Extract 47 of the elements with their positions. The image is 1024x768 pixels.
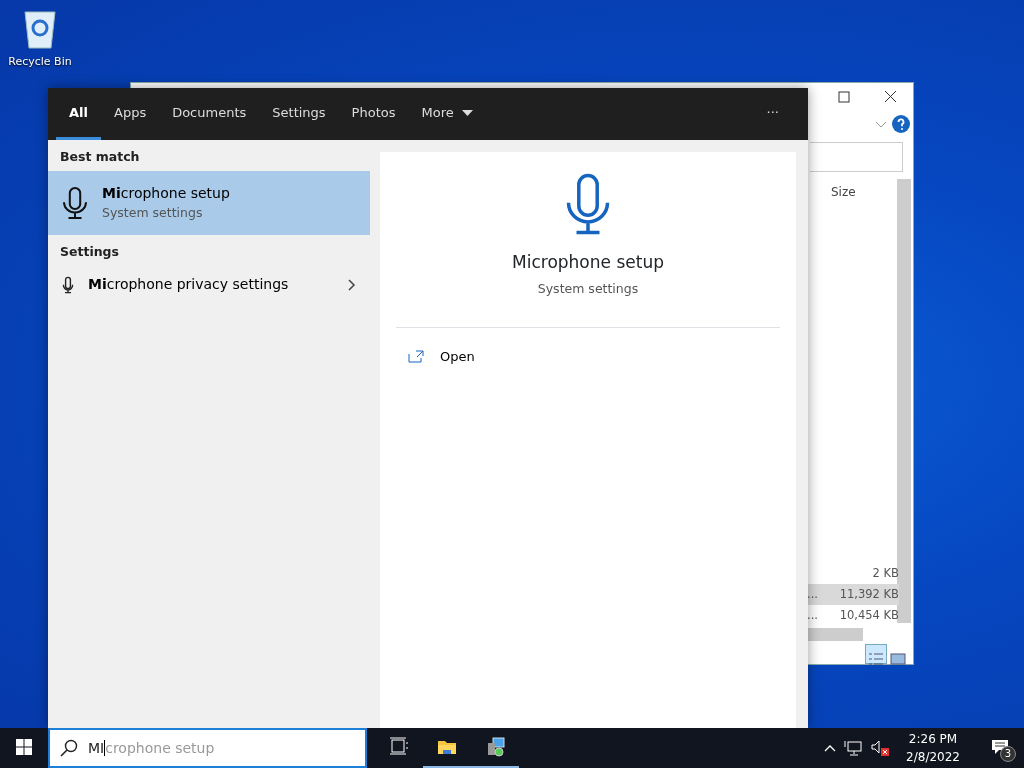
image-icon — [889, 650, 907, 667]
search-text: MI crophone setup — [88, 738, 215, 758]
search-result[interactable]: Microphone setup System settings — [48, 170, 370, 235]
file-size: 11,392 KB — [839, 585, 899, 603]
chevron-icon[interactable] — [875, 121, 887, 129]
column-header[interactable]: Size — [831, 183, 856, 201]
file-name: ... — [807, 585, 818, 603]
search-field[interactable]: MI crophone setup — [48, 728, 367, 768]
file-size: 10,454 KB — [839, 606, 899, 624]
preview-title: Microphone setup — [512, 251, 664, 274]
chevron-up-icon[interactable] — [824, 744, 837, 752]
help-icon[interactable] — [892, 115, 910, 133]
search-tab[interactable]: All — [56, 88, 101, 140]
search-icon — [60, 739, 78, 757]
section-heading: Best match — [59, 148, 141, 166]
search-field[interactable] — [810, 142, 903, 172]
installer-icon — [485, 737, 505, 757]
notification-count: 3 — [1000, 746, 1016, 762]
list-icon — [867, 650, 885, 667]
section-heading: Settings — [59, 242, 120, 261]
search-tab[interactable]: Photos — [338, 88, 409, 140]
search-tab[interactable]: Apps — [101, 88, 160, 140]
scrollbar[interactable] — [807, 628, 863, 641]
recycle-bin-icon[interactable] — [21, 8, 59, 50]
open-icon — [408, 350, 424, 364]
open-button[interactable]: Open — [402, 346, 796, 368]
network-icon[interactable] — [844, 740, 863, 756]
search-result[interactable]: Microphone privacy settings — [48, 265, 370, 304]
scrollbar[interactable] — [897, 179, 911, 623]
microphone-icon — [565, 172, 611, 236]
chevron-right-icon — [348, 278, 356, 291]
search-tab[interactable]: Documents — [159, 88, 260, 140]
microphone-icon — [62, 185, 88, 220]
search-tab[interactable]: Settings — [259, 88, 339, 140]
details-view-button[interactable] — [865, 644, 887, 664]
volume-muted-icon[interactable] — [870, 740, 891, 756]
search-tab[interactable]: More — [408, 88, 486, 140]
notification-button[interactable]: 3 — [976, 728, 1024, 768]
file-name: ... — [807, 606, 818, 624]
icon-label: Recycle Bin — [8, 54, 72, 70]
task-view-icon — [389, 737, 409, 757]
preview-subtitle: System settings — [537, 279, 639, 298]
file-size: 2 KB — [872, 564, 899, 582]
clock[interactable]: 2:26 PM 2/8/2022 — [898, 730, 968, 766]
microphone-icon — [62, 275, 74, 294]
options-button[interactable]: ··· — [753, 88, 792, 140]
windows-icon — [16, 739, 32, 755]
